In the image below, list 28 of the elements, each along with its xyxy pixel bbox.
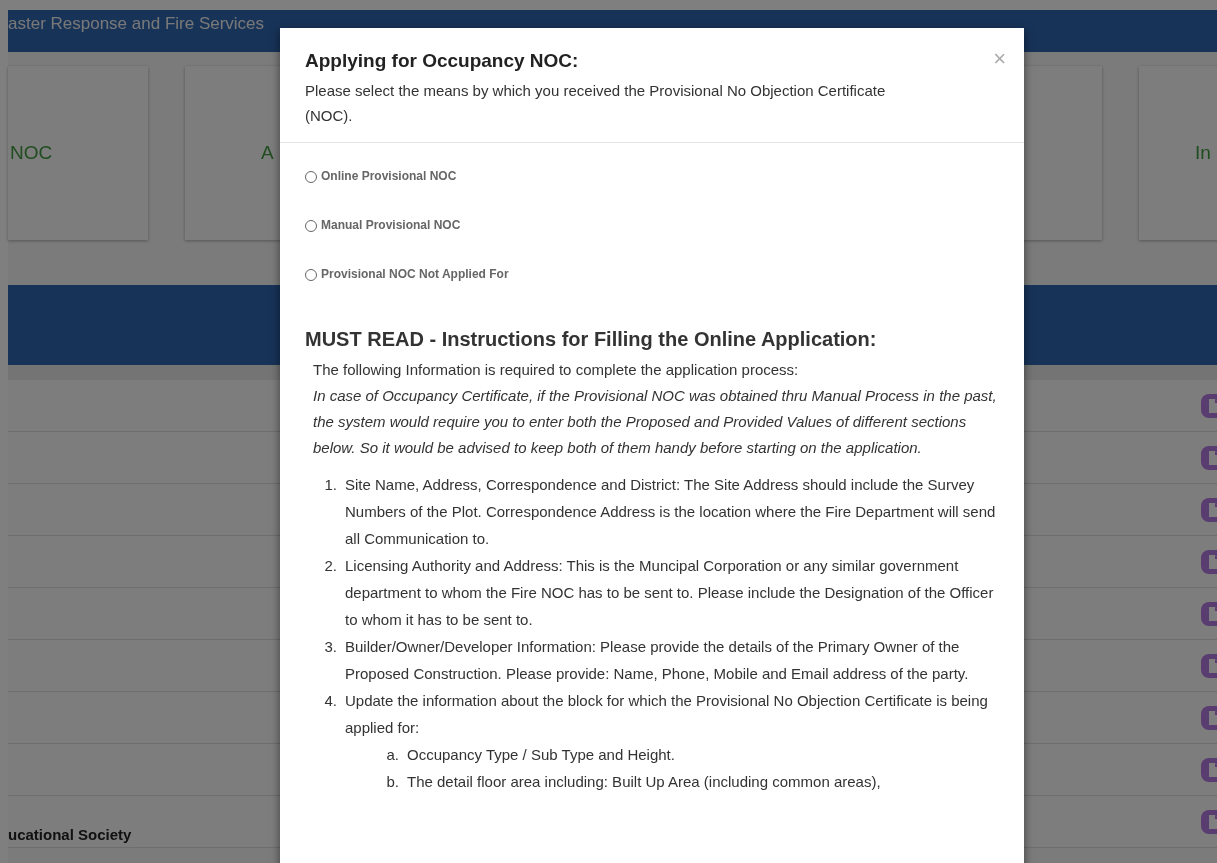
card-label: A: [261, 142, 274, 164]
instruction-text: Site Name, Address, Correspondence and District: The Site Address should include the Survey Numbers of the Plot. Correspondence Address is the location where the Fire Department will send all Communication to.: [345, 475, 997, 549]
radio-button[interactable]: [305, 171, 317, 183]
instruction-text: Builder/Owner/Developer Information: Please provide the details of the Primary Owner of the Proposed Construction. Please provide: Name, Phone, Mobile and Email address of the party.: [345, 637, 970, 684]
list-number: 4.: [323, 691, 338, 711]
list-number: 3.: [323, 637, 338, 657]
modal-title: Applying for Occupancy NOC:: [305, 50, 580, 72]
instruction-text: The detail floor area including: Built Up Area (including common areas),: [407, 772, 882, 792]
radio-label[interactable]: Online Provisional NOC: [321, 169, 457, 183]
instruction-text: Licensing Authority and Address: This is the Muncipal Corporation or any similar government department to whom the Fire NOC has to be sent to. Please include the Designation of the Officer to whom it has to be sent to.: [345, 556, 995, 630]
list-number: 1.: [323, 475, 338, 495]
department-title: aster Response and Fire Services: [8, 14, 265, 34]
instruction-text: Update the information about the block for which the Provisional No Objection Certificate is being applied for:: [345, 691, 989, 738]
modal-subtitle: Please select the means by which you received the Provisional No Objection Certificate (NOC).: [305, 81, 887, 126]
instruction-text: Occupancy Type / Sub Type and Height.: [407, 745, 676, 765]
card-label: NOC: [10, 142, 53, 164]
table-cell-text: ucational Society: [8, 825, 132, 843]
instructions-heading: MUST READ - Instructions for Filling the Online Application:: [305, 328, 878, 351]
list-number: b.: [385, 772, 400, 792]
radio-button[interactable]: [305, 220, 317, 232]
radio-button[interactable]: [305, 269, 317, 281]
note-text: In case of Occupancy Certificate, if the Provisional NOC was obtained thru Manual Process in the past, the system would require you to enter both the Proposed and Provided Values of different sections below. So it would be advised to keep both of them handy before starting on the application.: [312, 386, 998, 458]
radio-label[interactable]: Manual Provisional NOC: [321, 218, 461, 232]
card-label: In: [1195, 142, 1211, 164]
intro-text: The following Information is required to complete the application process:: [312, 360, 800, 380]
list-number: a.: [385, 745, 400, 765]
list-number: 2.: [323, 556, 338, 576]
radio-label[interactable]: Provisional NOC Not Applied For: [321, 267, 509, 281]
